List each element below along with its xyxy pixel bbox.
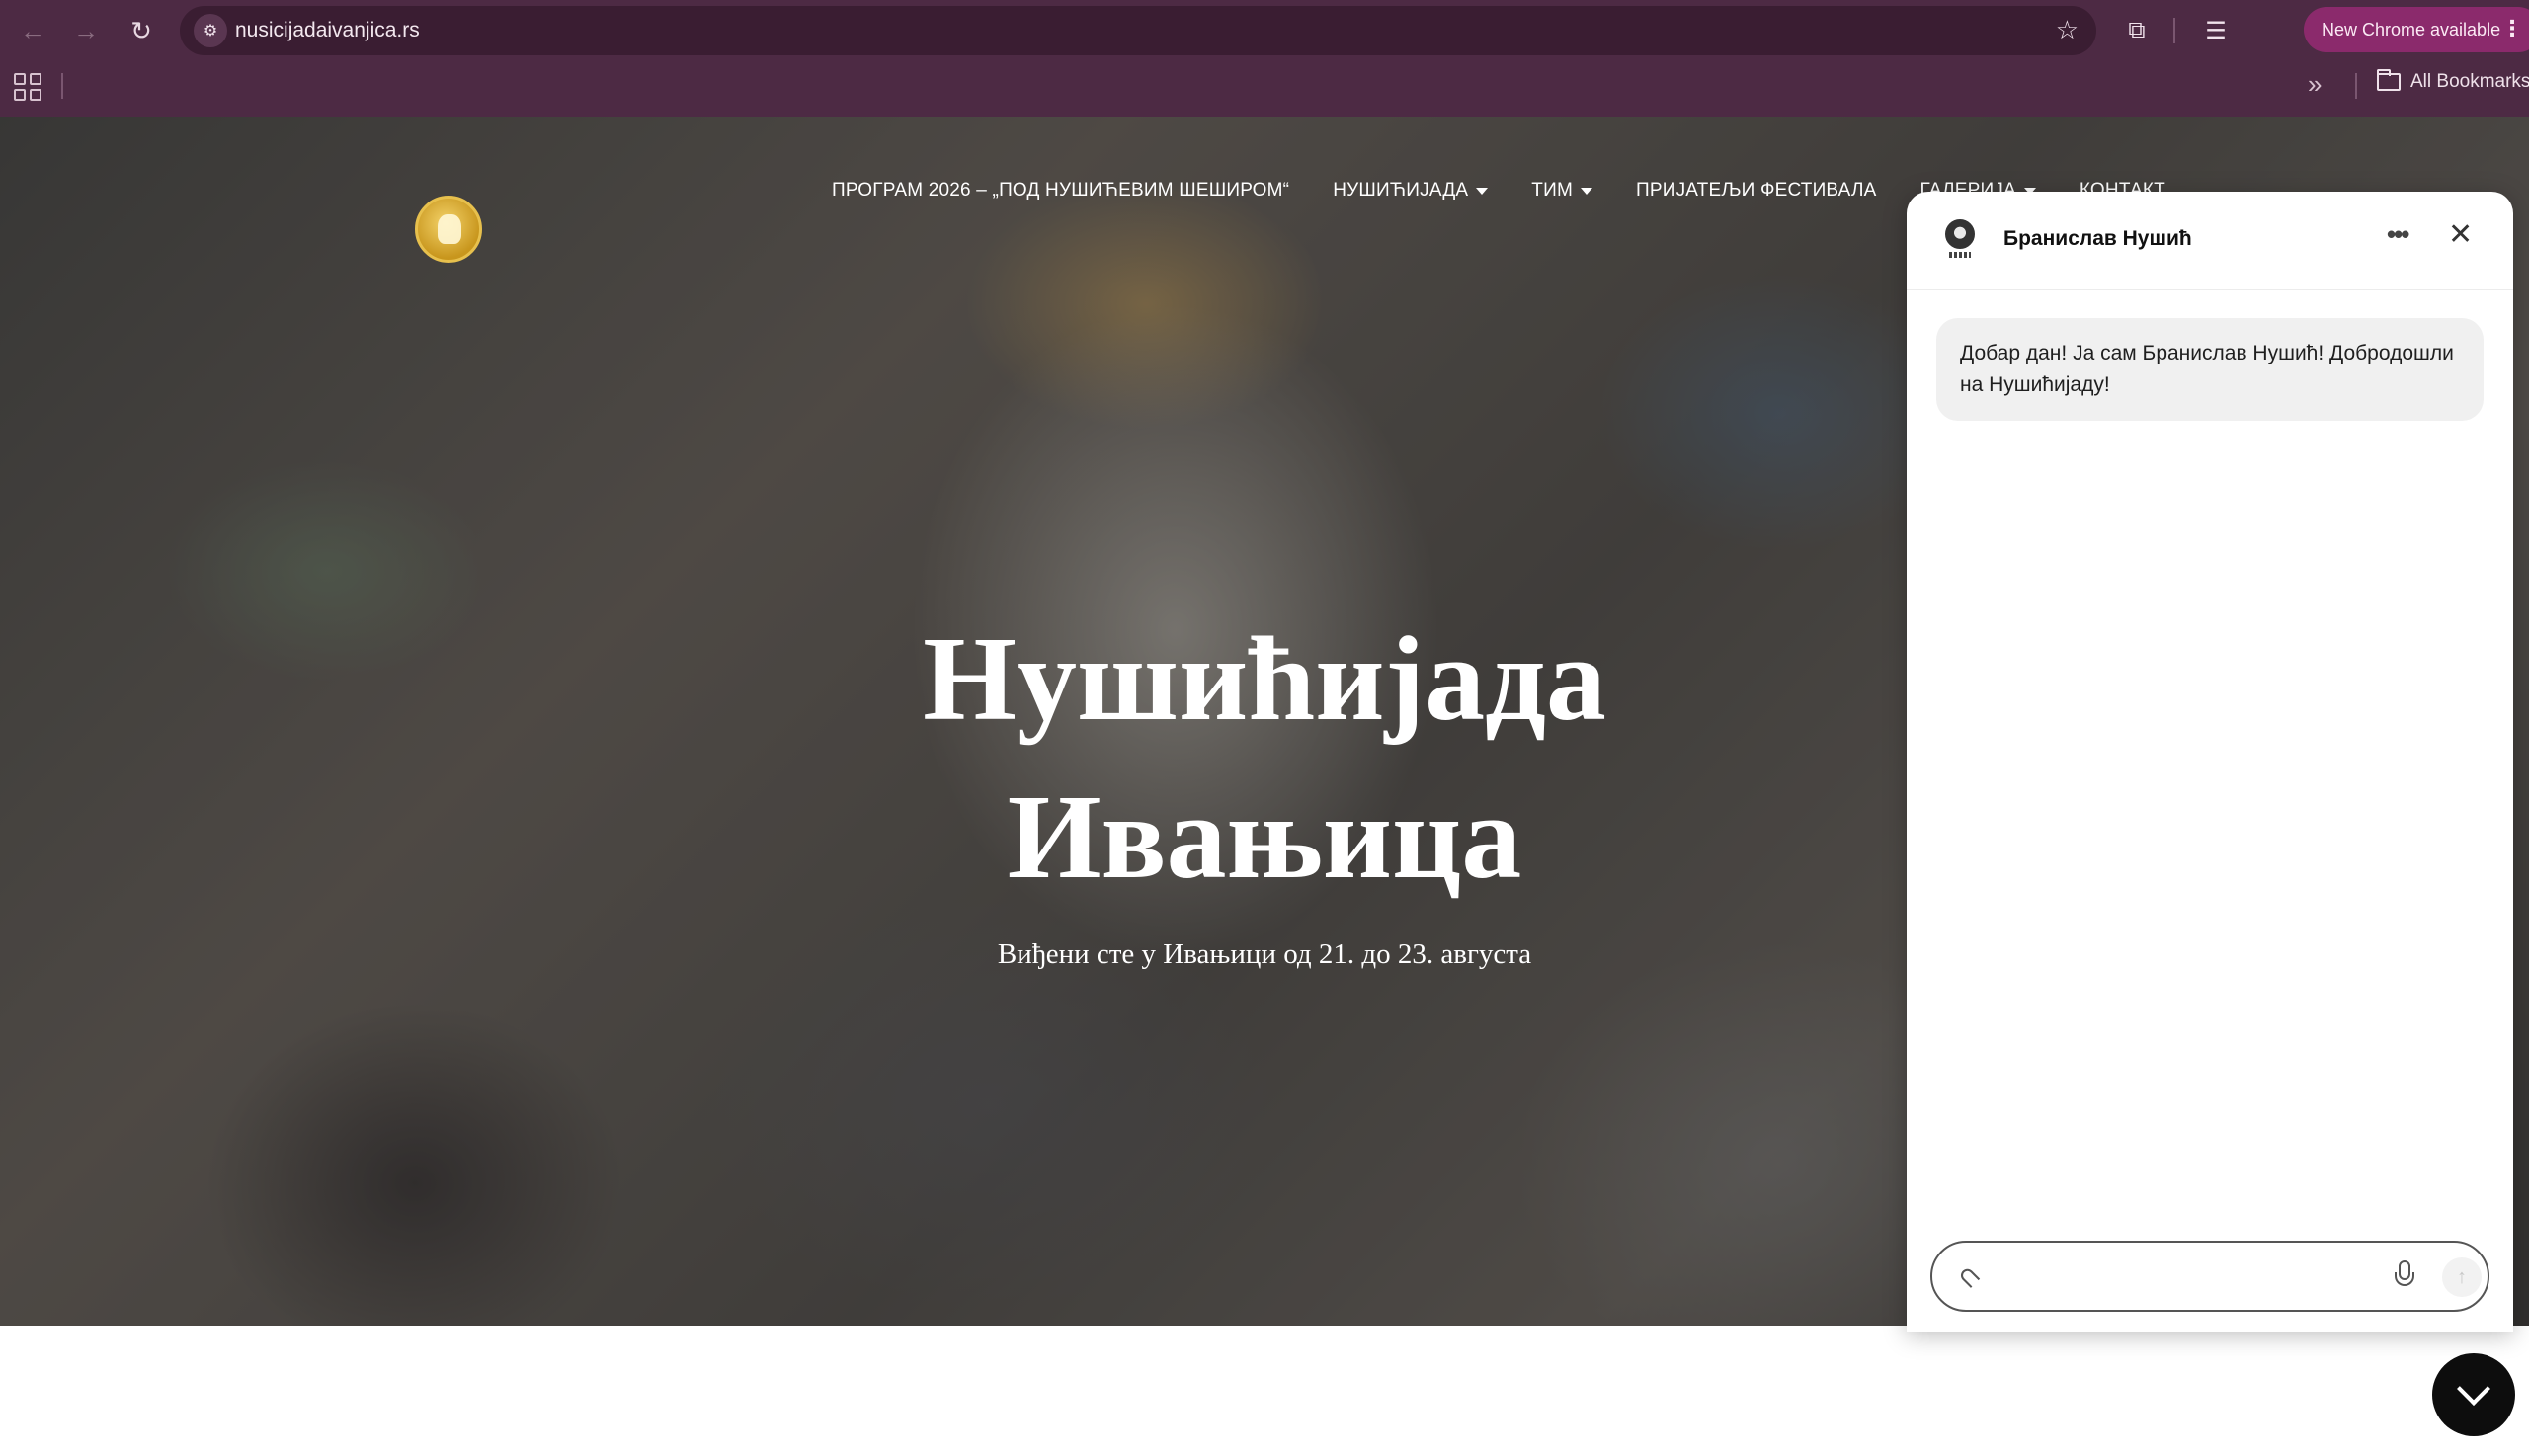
chat-header: Бранислав Нушић ••• ✕ [1907, 192, 2513, 290]
chat-message-bot: Добар дан! Ја сам Бранислав Нушић! Добро… [1936, 318, 2484, 421]
hero-title: Нушићијада Ивањица [790, 601, 1739, 917]
bookmarks-bar: » All Bookmarks [0, 65, 2529, 105]
browser-chrome: ← → ↻ ⚙ nusicijadaivanjica.rs ☆ ⧉ ☰ New … [0, 0, 2529, 117]
nav-item-nusicijada[interactable]: НУШИЋИЈАДА [1333, 180, 1489, 202]
send-button[interactable]: ↑ [2442, 1257, 2482, 1297]
bot-name: Бранислав Нушић [2003, 227, 2192, 250]
more-vertical-icon[interactable]: ⋮ [2501, 16, 2523, 41]
media-playlist-icon[interactable]: ☰ [2197, 12, 2235, 49]
folder-icon [2377, 69, 2401, 91]
toolbar-divider [2173, 18, 2175, 43]
address-bar[interactable]: ⚙ nusicijadaivanjica.rs ☆ [180, 6, 2096, 55]
browser-toolbar: ← → ↻ ⚙ nusicijadaivanjica.rs ☆ ⧉ ☰ New … [0, 0, 2529, 61]
arrow-right-icon: → [73, 15, 99, 45]
apps-grid-icon[interactable] [14, 73, 41, 101]
chat-toggle-button[interactable] [2432, 1353, 2515, 1436]
tune-icon[interactable]: ⚙ [194, 14, 227, 47]
chat-composer: ⊂ ↑ [1930, 1241, 2489, 1312]
more-horizontal-icon[interactable]: ••• [2387, 219, 2409, 250]
back-button[interactable]: ← [14, 12, 51, 49]
all-bookmarks-label: All Bookmarks [2410, 71, 2529, 92]
microphone-icon[interactable] [2395, 1260, 2414, 1294]
bot-avatar [1942, 219, 1978, 261]
hero-title-line2: Ивањица [1007, 770, 1522, 904]
puzzle-icon[interactable]: ⧉ [2118, 12, 2156, 49]
forward-button[interactable]: → [67, 12, 105, 49]
arrow-up-icon: ↑ [2457, 1265, 2467, 1288]
new-chrome-available-button[interactable]: New Chrome available ⋮ [2304, 7, 2529, 52]
reload-button[interactable]: ↻ [122, 12, 160, 49]
paperclip-icon[interactable]: ⊂ [1950, 1257, 1990, 1297]
caret-down-icon [1580, 187, 1592, 195]
chevron-down-icon [2457, 1372, 2490, 1406]
nav-item-program[interactable]: ПРОГРАМ 2026 – „ПОД НУШИЋЕВИМ ШЕШИРОМ“ [832, 180, 1289, 202]
arrow-left-icon: ← [20, 15, 45, 45]
caret-down-icon [1476, 187, 1489, 195]
chat-widget: Бранислав Нушић ••• ✕ Добар дан! Ја сам … [1907, 192, 2513, 1332]
nav-item-tim[interactable]: ТИМ [1531, 180, 1592, 202]
chevron-double-right-icon[interactable]: » [2308, 69, 2322, 100]
nav-item-prijatelji[interactable]: ПРИЈАТЕЉИ ФЕСТИВАЛА [1636, 180, 1877, 202]
reload-icon: ↻ [130, 15, 152, 45]
new-chrome-label: New Chrome available [2322, 19, 2501, 40]
bookmarks-divider [61, 73, 63, 99]
url-text[interactable]: nusicijadaivanjica.rs [235, 19, 420, 42]
hero-title-line1: Нушићијада [923, 612, 1606, 746]
hero-subtitle: Виђени сте у Ивањици од 21. до 23. авгус… [997, 938, 1532, 970]
site-logo[interactable] [415, 196, 482, 263]
chat-message-input[interactable] [2001, 1258, 2357, 1296]
star-icon[interactable]: ☆ [2056, 15, 2079, 45]
close-icon[interactable]: ✕ [2448, 217, 2473, 252]
all-bookmarks-button[interactable]: All Bookmarks [2377, 69, 2529, 93]
bookmarks-divider [2355, 73, 2357, 99]
